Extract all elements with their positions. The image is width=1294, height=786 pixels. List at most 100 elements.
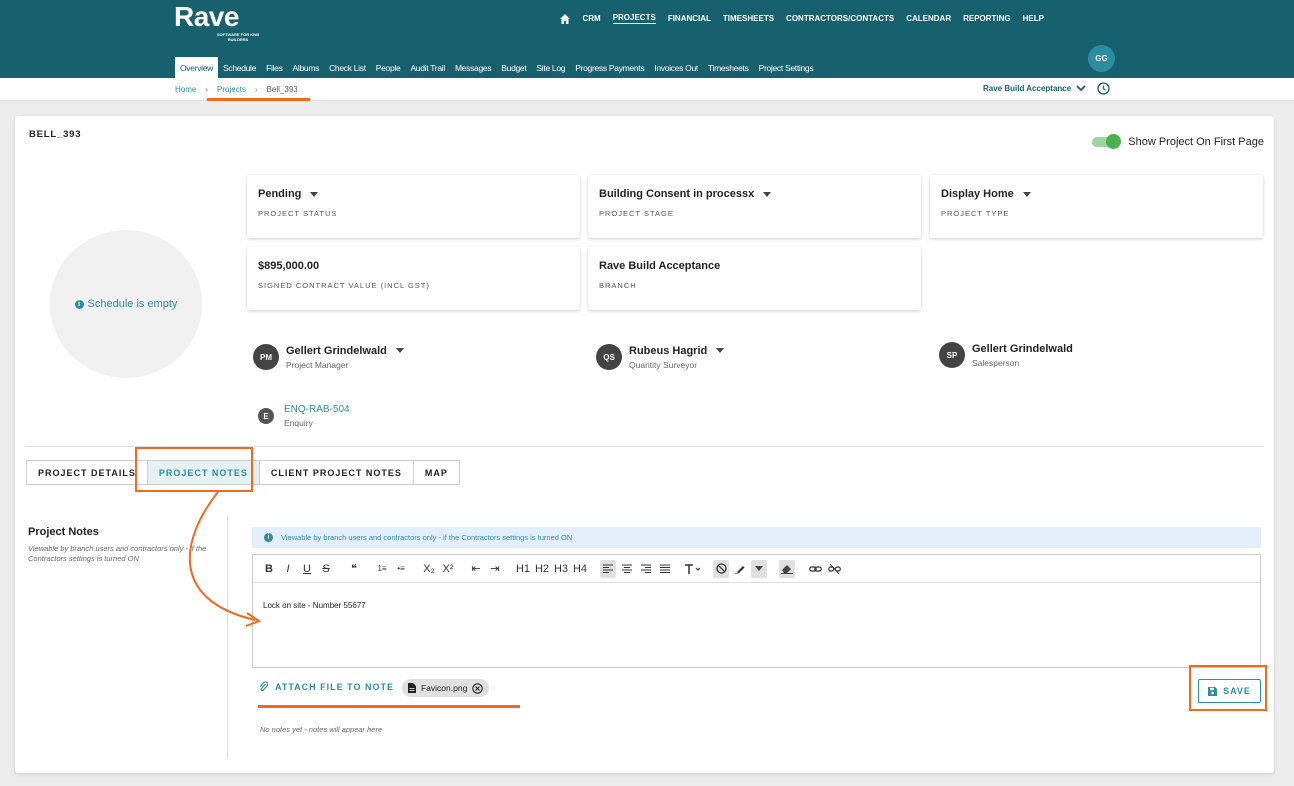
subnav-overview[interactable]: Overview	[175, 57, 219, 78]
dropdown-caret-icon	[395, 348, 404, 353]
clock-icon[interactable]	[1097, 82, 1110, 95]
bullet-list-button[interactable]: •≡	[393, 560, 409, 578]
subnav-project-settings[interactable]: Project Settings	[754, 57, 819, 78]
heading1-button[interactable]: H1	[515, 560, 531, 578]
project-status-value: Pending	[258, 188, 302, 200]
dropdown-caret-icon	[716, 348, 725, 353]
nav-financial[interactable]: FINANCIAL	[668, 14, 711, 23]
subnav-people[interactable]: People	[371, 57, 406, 78]
attachment-name: Favicon.png	[421, 683, 468, 693]
heading4-button[interactable]: H4	[572, 560, 588, 578]
subnav-albums[interactable]: Albums	[288, 57, 325, 78]
subnav-schedule[interactable]: Schedule	[218, 57, 261, 78]
quote-button[interactable]: ❝	[346, 560, 362, 578]
clear-color-icon[interactable]	[713, 559, 729, 578]
indent-button[interactable]: ⇥	[487, 560, 503, 578]
eraser-icon[interactable]	[779, 559, 795, 578]
superscript-button[interactable]: X²	[440, 560, 456, 578]
nav-projects[interactable]: PROJECTS	[612, 13, 656, 24]
toggle-switch[interactable]	[1092, 134, 1122, 149]
strikethrough-button[interactable]: S	[318, 560, 334, 578]
attachment-chip[interactable]: Favicon.png	[402, 679, 490, 697]
editor-content[interactable]: Lock on site - Number 55677	[253, 583, 1260, 628]
breadcrumb-projects[interactable]: Projects	[217, 85, 246, 94]
enquiry-link[interactable]: ENQ-RAB-504	[284, 404, 350, 415]
heading3-button[interactable]: H3	[553, 560, 569, 578]
underline-button[interactable]: U	[299, 560, 315, 578]
show-on-first-page-toggle[interactable]: Show Project On First Page	[1092, 134, 1264, 149]
nav-reporting[interactable]: REPORTING	[963, 14, 1011, 23]
enquiry: E ENQ-RAB-504 Enquiry	[258, 404, 350, 428]
quantity-surveyor[interactable]: QS Rubeus Hagrid Quantity Surveyor	[596, 344, 725, 370]
person-role: Quantity Surveyor	[629, 359, 698, 370]
nav-crm[interactable]: CRM	[582, 14, 600, 23]
subnav-checklist[interactable]: Check List	[324, 57, 371, 78]
info-icon: i	[74, 299, 84, 309]
subnav-audit-trail[interactable]: Audit Trail	[405, 57, 450, 78]
subnav-timesheets[interactable]: Timesheets	[703, 57, 754, 78]
italic-button[interactable]: I	[280, 560, 296, 578]
project-status-label: PROJECT STATUS	[258, 209, 338, 218]
unlink-icon[interactable]	[826, 560, 842, 578]
align-justify-icon[interactable]	[657, 560, 673, 578]
breadcrumb-bar: Home › Projects › Bell_393 Rave Build Ac…	[0, 78, 1294, 101]
heading2-button[interactable]: H2	[534, 560, 550, 578]
user-avatar[interactable]: GG	[1088, 45, 1115, 72]
highlight-pen-icon[interactable]	[732, 560, 748, 578]
ordered-list-button[interactable]: 1≡	[374, 560, 390, 578]
branch-field[interactable]: Rave Build Acceptance BRANCH	[588, 247, 921, 310]
branch-selector-label: Rave Build Acceptance	[983, 84, 1072, 93]
align-left-icon[interactable]	[600, 559, 616, 578]
project-status-field[interactable]: Pending PROJECT STATUS	[247, 175, 580, 238]
breadcrumb-home[interactable]: Home	[175, 85, 196, 94]
salesperson: SP Gellert Grindelwald Salesperson	[939, 342, 1073, 368]
person-name: Gellert Grindelwald	[286, 344, 387, 357]
file-icon	[408, 683, 416, 693]
notes-title: Project Notes	[28, 526, 99, 538]
highlight-underline-breadcrumb	[207, 98, 310, 101]
tab-client-project-notes[interactable]: CLIENT PROJECT NOTES	[260, 461, 414, 484]
avatar: PM	[253, 344, 279, 370]
project-stage-field[interactable]: Building Consent in processx PROJECT STA…	[588, 175, 921, 238]
rich-text-editor[interactable]: B I U S ❝ 1≡ •≡ X₂ X² ⇤ ⇥ H1 H2 H3 H4 Lo…	[252, 554, 1261, 668]
text-format-icon[interactable]	[685, 560, 701, 578]
subnav-invoices-out[interactable]: Invoices Out	[649, 57, 703, 78]
contract-value: $895,000.00	[258, 260, 320, 272]
project-manager[interactable]: PM Gellert Grindelwald Project Manager	[253, 344, 404, 370]
dropdown-caret-icon	[763, 191, 772, 197]
logo-word: Rave	[174, 1, 239, 32]
subnav-site-log[interactable]: Site Log	[531, 57, 570, 78]
person-name: Rubeus Hagrid	[629, 344, 708, 357]
subnav-files[interactable]: Files	[261, 57, 287, 78]
subscript-button[interactable]: X₂	[421, 560, 437, 578]
align-right-icon[interactable]	[638, 560, 654, 578]
bold-button[interactable]: B	[261, 560, 277, 578]
tab-map[interactable]: MAP	[414, 461, 459, 484]
nav-help[interactable]: HELP	[1023, 14, 1044, 23]
dropdown-caret-icon	[1022, 191, 1031, 197]
rave-logo[interactable]: Rave SOFTWARE FOR KIWI BUILDERS	[174, 1, 259, 43]
contract-value-field[interactable]: $895,000.00 SIGNED CONTRACT VALUE (INCL …	[247, 247, 580, 310]
nav-calendar[interactable]: CALENDAR	[906, 14, 951, 23]
color-dropdown-icon[interactable]	[751, 559, 767, 578]
nav-contractors[interactable]: CONTRACTORS/CONTACTS	[786, 14, 894, 23]
attach-file-button[interactable]: ATTACH FILE TO NOTE	[259, 681, 394, 692]
subnav-budget[interactable]: Budget	[496, 57, 531, 78]
subnav-progress-payments[interactable]: Progress Payments	[570, 57, 649, 78]
subnav-messages[interactable]: Messages	[450, 57, 496, 78]
link-icon[interactable]	[807, 560, 823, 578]
avatar: QS	[596, 344, 622, 370]
project-type-field[interactable]: Display Home PROJECT TYPE	[930, 175, 1263, 238]
person-role: Salesperson	[972, 357, 1020, 368]
breadcrumb-separator: ›	[205, 85, 209, 94]
home-icon[interactable]	[560, 13, 571, 24]
nav-timesheets[interactable]: TIMESHEETS	[723, 14, 774, 23]
breadcrumb-current: Bell_393	[266, 85, 298, 94]
remove-attachment-icon[interactable]	[472, 682, 484, 694]
align-center-icon[interactable]	[619, 560, 635, 578]
outdent-button[interactable]: ⇤	[468, 560, 484, 578]
info-icon: i	[264, 533, 273, 542]
vertical-divider	[227, 516, 228, 758]
tab-project-details[interactable]: PROJECT DETAILS	[27, 461, 148, 484]
branch-selector[interactable]: Rave Build Acceptance	[983, 84, 1086, 93]
